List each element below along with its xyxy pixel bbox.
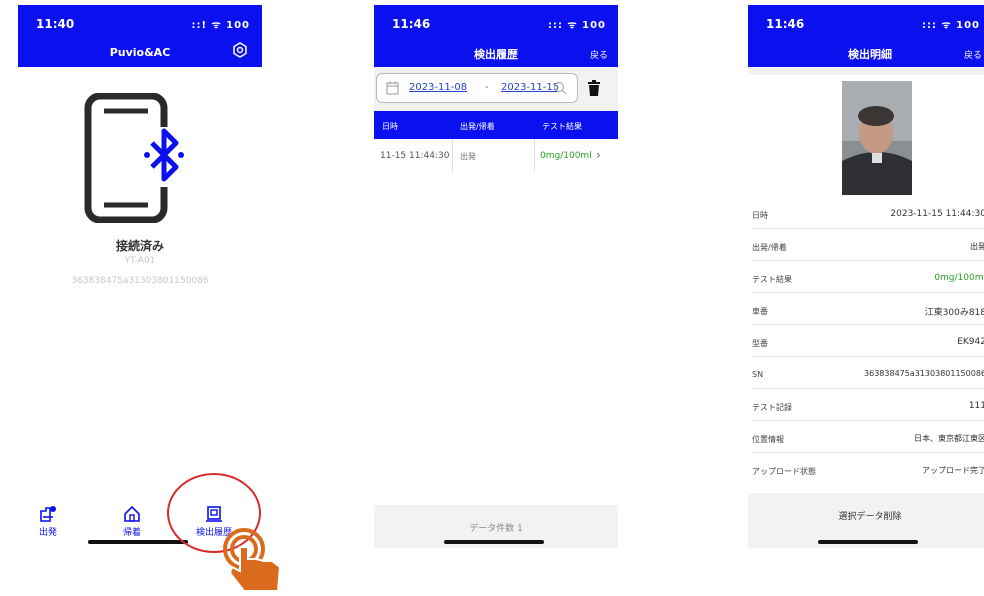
header-bar: 11:46 ::: ᯤ 100 検出履歴 戻る (374, 5, 618, 67)
date-to[interactable]: 2023-11-15 (501, 82, 559, 93)
phone-home-screen: 11:40 ::! ᯤ 100 Puvio&AC 接続済み YT-A01 363… (18, 5, 262, 548)
divider (752, 292, 984, 293)
detail-row: 位置情報 日本、東京都江東区 (748, 423, 984, 453)
divider (752, 388, 984, 389)
divider (452, 139, 453, 172)
detail-row: SN 363838475a31303801150086 (748, 359, 984, 389)
departure-icon (40, 506, 56, 522)
field-label: 日時 (752, 211, 768, 220)
row-datetime: 11-15 11:44:30 (380, 151, 450, 161)
tab-departure-label: 出発 (38, 528, 57, 538)
status-time: 11:46 (766, 17, 805, 31)
divider (752, 228, 984, 229)
chevron-right-icon: › (596, 148, 601, 162)
field-label: 型番 (752, 339, 768, 348)
list-area (374, 172, 618, 505)
phone-history-screen: 11:46 ::: ᯤ 100 検出履歴 戻る 2023-11-08 - 202… (374, 5, 618, 548)
field-value: 111 (968, 401, 984, 411)
app-title: Puvio&AC (109, 46, 171, 59)
tab-return-label: 帰着 (122, 528, 141, 538)
field-value: 2023-11-15 11:44:30 (890, 209, 984, 219)
date-separator: - (485, 82, 489, 93)
detail-row: 日時 2023-11-15 11:44:30 (748, 199, 984, 229)
column-header: テスト結果 (542, 122, 582, 131)
detail-row: テスト記録 111 (748, 391, 984, 421)
field-label: 車番 (752, 307, 768, 316)
column-header: 日時 (382, 122, 398, 131)
field-value: 江東300み818 (924, 308, 984, 318)
header-bar: 11:46 ::: ᯤ 100 検出明細 戻る (748, 5, 984, 67)
detail-row: 型番 EK942 (748, 327, 984, 357)
test-photo (842, 81, 912, 195)
table-row[interactable]: 11-15 11:44:30 出発 0mg/100ml › (374, 139, 618, 172)
home-indicator (444, 540, 544, 544)
detail-row: 出発/帰着 出発 (748, 231, 984, 261)
back-button[interactable]: 戻る (964, 48, 982, 61)
divider (534, 139, 535, 172)
field-value: アップロード完了 (922, 466, 984, 475)
detail-row: テスト結果 0mg/100ml (748, 263, 984, 293)
bluetooth-phone-icon (84, 93, 186, 223)
back-button[interactable]: 戻る (590, 48, 608, 61)
field-label: テスト結果 (752, 275, 792, 284)
phone-detail-screen: 11:46 ::: ᯤ 100 検出明細 戻る 日時 2023-11-15 11… (748, 5, 984, 548)
divider (752, 324, 984, 325)
trash-icon[interactable] (587, 80, 601, 96)
tab-departure[interactable]: 出発 (18, 505, 78, 538)
tab-return[interactable]: 帰着 (102, 505, 162, 538)
table-header: 日時 出発/帰着 テスト結果 (374, 111, 618, 139)
device-name: YT-A01 (124, 256, 156, 266)
status-icons: ::: ᯤ 100 (922, 20, 980, 31)
row-type: 出発 (460, 152, 476, 161)
detail-panel: 日時 2023-11-15 11:44:30 出発/帰着 出発 テスト結果 0m… (748, 75, 984, 493)
home-indicator (88, 540, 188, 544)
calendar-icon (386, 81, 399, 95)
field-label: アップロード状態 (752, 467, 816, 476)
status-time: 11:46 (392, 17, 431, 31)
home-indicator (818, 540, 918, 544)
field-value: 0mg/100ml (934, 273, 984, 283)
divider (752, 260, 984, 261)
settings-icon[interactable] (232, 42, 248, 58)
field-label: 出発/帰着 (752, 243, 787, 252)
date-from[interactable]: 2023-11-08 (409, 82, 467, 93)
record-count: データ件数 1 (469, 524, 523, 534)
page-title: 検出履歴 (474, 48, 518, 61)
return-home-icon (124, 505, 140, 522)
device-serial: 363838475a31303801150086 (71, 276, 209, 286)
delete-selected-button[interactable]: 選択データ削除 (748, 509, 984, 522)
page-title: 検出明細 (848, 48, 892, 61)
divider (752, 356, 984, 357)
field-label: テスト記録 (752, 403, 792, 412)
status-icons: ::! ᯤ 100 (191, 20, 250, 31)
column-header: 出発/帰着 (460, 122, 495, 131)
date-range-search[interactable]: 2023-11-08 - 2023-11-15 (376, 73, 578, 103)
field-value: 363838475a31303801150086 (864, 369, 984, 378)
connection-status: 接続済み (115, 239, 164, 253)
field-value: 出発 (970, 242, 984, 251)
detail-row: 車番 江東300み818 (748, 295, 984, 325)
field-value: 日本、東京都江東区 (914, 434, 984, 443)
detail-row: アップロード状態 アップロード完了 (748, 455, 984, 485)
status-time: 11:40 (36, 17, 75, 31)
divider (752, 452, 984, 453)
divider (752, 420, 984, 421)
field-value: EK942 (957, 337, 984, 347)
row-result: 0mg/100ml (540, 151, 592, 161)
status-icons: ::: ᯤ 100 (548, 20, 606, 31)
field-label: 位置情報 (752, 435, 784, 444)
search-icon[interactable] (553, 81, 567, 95)
field-label: SN (752, 370, 764, 379)
tap-hand-icon (223, 528, 282, 592)
header-bar: 11:40 ::! ᯤ 100 Puvio&AC (18, 5, 262, 67)
